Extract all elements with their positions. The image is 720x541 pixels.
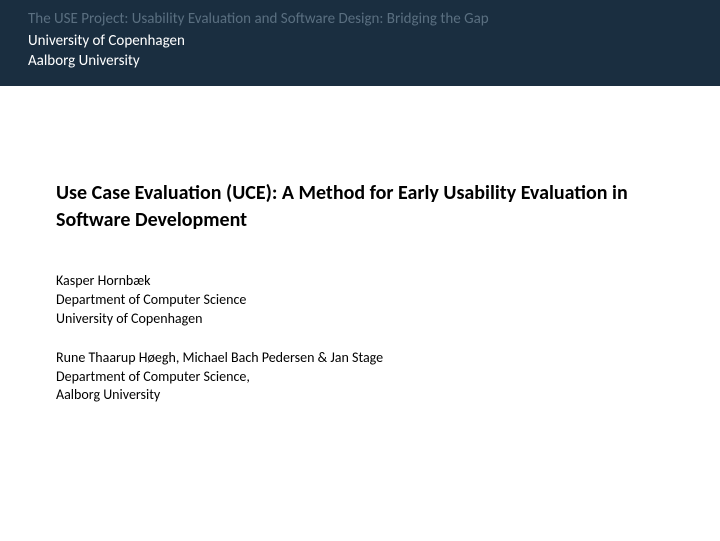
- author-name: Rune Thaarup Høegh, Michael Bach Pederse…: [56, 349, 664, 368]
- author-dept: Department of Computer Science,: [56, 368, 664, 387]
- author-dept: Department of Computer Science: [56, 291, 664, 310]
- header-university-1: University of Copenhagen: [28, 32, 692, 50]
- author-block-2: Rune Thaarup Høegh, Michael Bach Pederse…: [56, 349, 664, 406]
- header-university-2: Aalborg University: [28, 52, 692, 70]
- author-univ: Aalborg University: [56, 386, 664, 405]
- author-name: Kasper Hornbæk: [56, 272, 664, 291]
- author-block-1: Kasper Hornbæk Department of Computer Sc…: [56, 272, 664, 329]
- author-univ: University of Copenhagen: [56, 310, 664, 329]
- presentation-title: Use Case Evaluation (UCE): A Method for …: [56, 180, 664, 234]
- slide-header: The USE Project: Usability Evaluation an…: [0, 0, 720, 86]
- slide-content: Use Case Evaluation (UCE): A Method for …: [0, 86, 720, 405]
- project-title: The USE Project: Usability Evaluation an…: [28, 10, 692, 28]
